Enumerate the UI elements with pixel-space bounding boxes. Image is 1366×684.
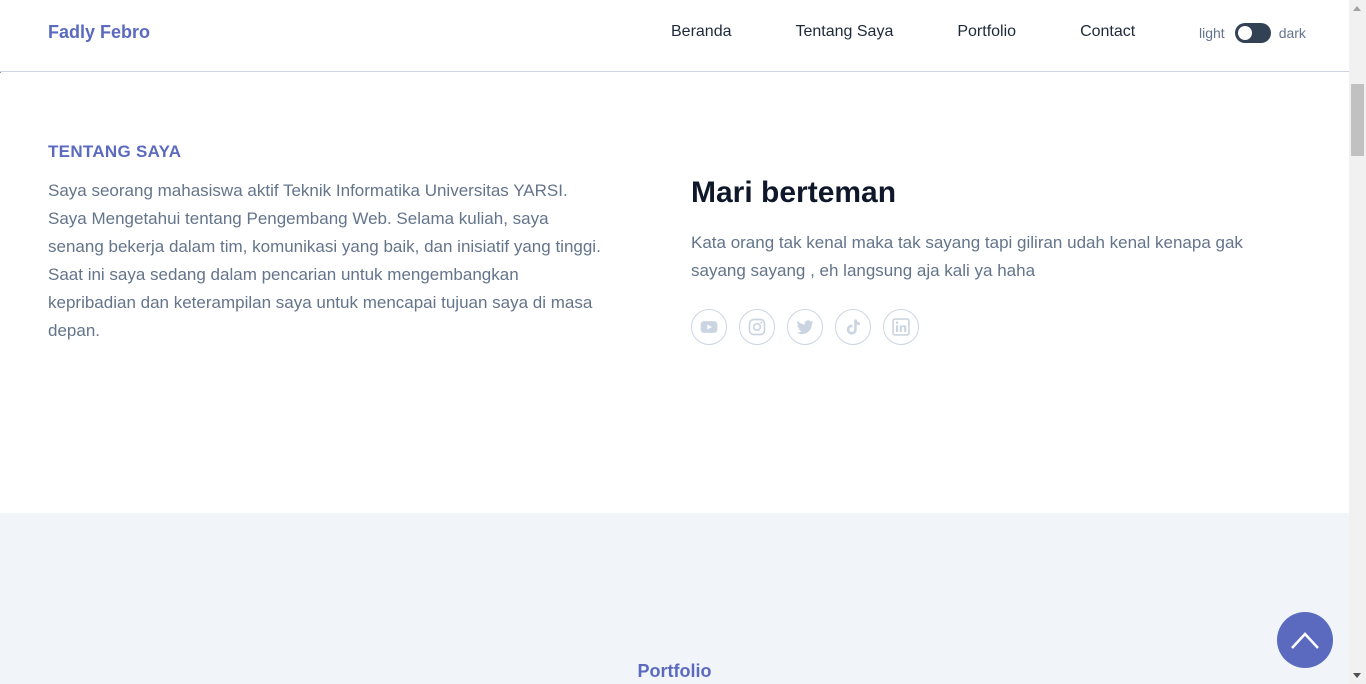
- theme-toggle-switch[interactable]: [1234, 23, 1271, 43]
- portfolio-section: Portfolio: [0, 513, 1349, 684]
- portfolio-section-eyebrow: Portfolio: [637, 661, 712, 681]
- linkedin-link[interactable]: [883, 309, 919, 345]
- nav-links: Beranda Tentang Saya Portfolio Contact: [671, 23, 1135, 41]
- brand-logo-text[interactable]: Fadly Febro: [48, 22, 150, 43]
- page-scrollbar[interactable]: [1349, 0, 1366, 684]
- twitter-icon: [796, 320, 814, 335]
- instagram-icon: [748, 318, 766, 336]
- theme-light-label: light: [1199, 25, 1225, 41]
- youtube-link[interactable]: [691, 309, 727, 345]
- theme-toggle-group: light dark: [1199, 23, 1306, 43]
- top-navbar: Fadly Febro Beranda Tentang Saya Portfol…: [0, 0, 1349, 72]
- theme-toggle-knob: [1237, 26, 1252, 40]
- scroll-up-arrow-icon[interactable]: [1353, 6, 1361, 11]
- instagram-link[interactable]: [739, 309, 775, 345]
- youtube-icon: [700, 321, 718, 333]
- back-to-top-button[interactable]: [1277, 612, 1333, 668]
- friend-heading: Mari berteman: [691, 176, 897, 209]
- linkedin-icon: [892, 318, 910, 336]
- tiktok-icon: [846, 319, 860, 335]
- tiktok-link[interactable]: [835, 309, 871, 345]
- page-viewport: Fadly Febro Beranda Tentang Saya Portfol…: [0, 0, 1349, 684]
- twitter-link[interactable]: [787, 309, 823, 345]
- theme-dark-label: dark: [1278, 25, 1306, 41]
- nav-link-beranda[interactable]: Beranda: [671, 23, 732, 41]
- about-section-eyebrow: TENTANG SAYA: [48, 142, 182, 161]
- social-links: [691, 309, 919, 345]
- scroll-down-arrow-icon[interactable]: [1353, 673, 1361, 678]
- about-section: TENTANG SAYA Saya seorang mahasiswa akti…: [0, 73, 1349, 513]
- about-description: Saya seorang mahasiswa aktif Teknik Info…: [48, 181, 601, 340]
- nav-link-portfolio[interactable]: Portfolio: [957, 23, 1016, 41]
- nav-link-contact[interactable]: Contact: [1080, 23, 1135, 41]
- scrollbar-thumb[interactable]: [1351, 84, 1364, 156]
- friend-description: Kata orang tak kenal maka tak sayang tap…: [691, 233, 1243, 280]
- nav-link-tentang-saya[interactable]: Tentang Saya: [796, 23, 894, 41]
- chevron-up-icon: [1291, 632, 1319, 649]
